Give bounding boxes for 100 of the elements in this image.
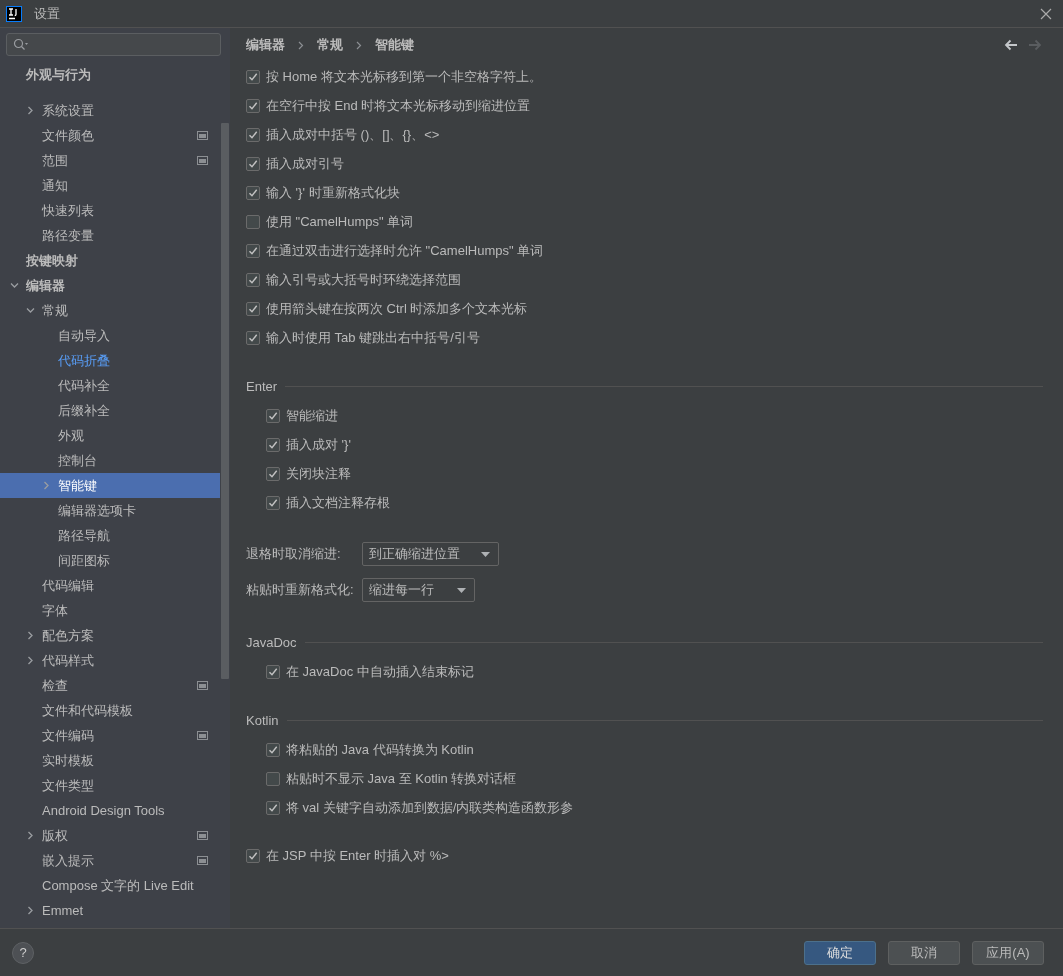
tree-item[interactable]: 通知 bbox=[0, 173, 220, 198]
chevron-icon[interactable] bbox=[26, 656, 35, 665]
caret-icon bbox=[457, 587, 466, 593]
checkbox[interactable] bbox=[266, 800, 280, 815]
tree-item[interactable]: 控制台 bbox=[0, 448, 220, 473]
chevron-icon[interactable] bbox=[26, 631, 35, 640]
tree-item[interactable]: 字体 bbox=[0, 598, 220, 623]
checkbox[interactable] bbox=[246, 185, 260, 200]
checkbox[interactable] bbox=[266, 437, 280, 452]
option-label: 使用 "CamelHumps" 单词 bbox=[266, 212, 414, 231]
breadcrumb-item[interactable]: 智能键 bbox=[375, 36, 414, 54]
option-label: 输入时使用 Tab 键跳出右中括号/引号 bbox=[266, 328, 480, 347]
tree-item[interactable]: 代码补全 bbox=[0, 373, 220, 398]
option-label: 智能缩进 bbox=[286, 406, 338, 425]
tree-item[interactable]: 检查 bbox=[0, 673, 220, 698]
tree-item[interactable]: 文件颜色 bbox=[0, 123, 220, 148]
checkbox[interactable] bbox=[246, 69, 260, 84]
tree-item[interactable]: 外观与行为 bbox=[0, 62, 220, 87]
tree-item[interactable]: 快速列表 bbox=[0, 198, 220, 223]
section-title: Kotlin bbox=[246, 712, 279, 728]
chevron-icon bbox=[297, 40, 305, 50]
chevron-icon[interactable] bbox=[26, 306, 35, 315]
checkbox[interactable] bbox=[246, 98, 260, 113]
tree-item[interactable]: 范围 bbox=[0, 148, 220, 173]
tree-item[interactable]: 自动导入 bbox=[0, 323, 220, 348]
tree-item[interactable]: 常规 bbox=[0, 298, 220, 323]
close-button[interactable] bbox=[1039, 6, 1053, 21]
tree-item[interactable]: Emmet bbox=[0, 898, 220, 923]
help-button[interactable]: ? bbox=[12, 941, 34, 964]
search-icon bbox=[13, 37, 29, 52]
tree-item[interactable]: 代码编辑 bbox=[0, 573, 220, 598]
tree-item[interactable]: 路径变量 bbox=[0, 223, 220, 248]
option-label: 粘贴时不显示 Java 至 Kotlin 转换对话框 bbox=[286, 769, 517, 788]
tree-item[interactable]: 后缀补全 bbox=[0, 398, 220, 423]
checkbox[interactable] bbox=[246, 330, 260, 345]
option-label: 插入文档注释存根 bbox=[286, 493, 390, 512]
option-label: 使用箭头键在按两次 Ctrl 时添加多个文本光标 bbox=[266, 299, 528, 318]
dialog-button[interactable]: 应用(A) bbox=[972, 940, 1044, 965]
tree-item[interactable]: 路径导航 bbox=[0, 523, 220, 548]
tree-item[interactable]: 实时模板 bbox=[0, 748, 220, 773]
tree-item[interactable]: 嵌入提示 bbox=[0, 848, 220, 873]
tree-item[interactable]: 代码样式 bbox=[0, 648, 220, 673]
tree-item[interactable]: 版权 bbox=[0, 823, 220, 848]
dialog-button[interactable]: 确定 bbox=[804, 940, 876, 965]
chevron-icon[interactable] bbox=[26, 831, 35, 840]
option-label: 将粘贴的 Java 代码转换为 Kotlin bbox=[286, 740, 474, 759]
field-label: 粘贴时重新格式化: bbox=[246, 581, 355, 599]
checkbox[interactable] bbox=[266, 742, 280, 757]
tree-item[interactable]: 编辑器选项卡 bbox=[0, 498, 220, 523]
search-field[interactable] bbox=[6, 33, 221, 56]
tree-item[interactable]: 文件和代码模板 bbox=[0, 698, 220, 723]
scrollbar[interactable] bbox=[221, 123, 229, 679]
app-logo-icon bbox=[6, 5, 22, 22]
tree-item[interactable]: 文件类型 bbox=[0, 773, 220, 798]
checkbox[interactable] bbox=[246, 127, 260, 142]
breadcrumb-item[interactable]: 常规 bbox=[317, 36, 343, 54]
checkbox[interactable] bbox=[246, 272, 260, 287]
option-label: 插入成对中括号 ()、[]、{}、<> bbox=[266, 125, 440, 144]
tree-item[interactable]: 代码折叠 bbox=[0, 348, 220, 373]
dialog-button[interactable]: 取消 bbox=[888, 940, 960, 965]
dropdown[interactable]: 到正确缩进位置 bbox=[362, 542, 499, 566]
chevron-icon[interactable] bbox=[26, 106, 35, 115]
back-arrow-icon[interactable] bbox=[1003, 38, 1019, 52]
tree-item[interactable]: 智能键 bbox=[0, 473, 220, 498]
tree-item[interactable]: 按键映射 bbox=[0, 248, 220, 273]
checkbox[interactable] bbox=[246, 243, 260, 258]
chevron-icon bbox=[355, 40, 363, 50]
tree-item[interactable]: 配色方案 bbox=[0, 623, 220, 648]
option-label: 在 JSP 中按 Enter 时插入对 %> bbox=[266, 846, 449, 865]
chevron-icon[interactable] bbox=[26, 906, 35, 915]
tree-item[interactable]: 编辑器 bbox=[0, 273, 220, 298]
option-label: 在空行中按 End 时将文本光标移动到缩进位置 bbox=[266, 96, 531, 115]
checkbox[interactable] bbox=[266, 408, 280, 423]
option-label: 按 Home 将文本光标移到第一个非空格字符上。 bbox=[266, 67, 542, 86]
breadcrumb-item[interactable]: 编辑器 bbox=[246, 36, 285, 54]
tree-item[interactable]: Android Design Tools bbox=[0, 798, 220, 823]
checkbox[interactable] bbox=[266, 664, 280, 679]
option-label: 关闭块注释 bbox=[286, 464, 351, 483]
checkbox[interactable] bbox=[246, 214, 260, 229]
window-icon bbox=[197, 831, 208, 840]
window-icon bbox=[197, 681, 208, 690]
tree-item[interactable]: 系统设置 bbox=[0, 98, 220, 123]
option-label: 将 val 关键字自动添加到数据/内联类构造函数形参 bbox=[286, 798, 574, 817]
tree-item[interactable]: Compose 文字的 Live Edit bbox=[0, 873, 220, 898]
checkbox[interactable] bbox=[266, 495, 280, 510]
section-title: JavaDoc bbox=[246, 634, 297, 650]
field-label: 退格时取消缩进: bbox=[246, 545, 342, 563]
checkbox[interactable] bbox=[266, 771, 280, 786]
window-icon bbox=[197, 856, 208, 865]
chevron-icon[interactable] bbox=[10, 281, 19, 290]
checkbox[interactable] bbox=[246, 156, 260, 171]
option-label: 插入成对 '}' bbox=[286, 435, 351, 454]
dropdown[interactable]: 缩进每一行 bbox=[362, 578, 475, 602]
tree-item[interactable]: 文件编码 bbox=[0, 723, 220, 748]
checkbox[interactable] bbox=[246, 848, 260, 863]
window-title: 设置 bbox=[34, 4, 60, 23]
tree-item[interactable]: 外观 bbox=[0, 423, 220, 448]
checkbox[interactable] bbox=[246, 301, 260, 316]
tree-item[interactable]: 间距图标 bbox=[0, 548, 220, 573]
checkbox[interactable] bbox=[266, 466, 280, 481]
